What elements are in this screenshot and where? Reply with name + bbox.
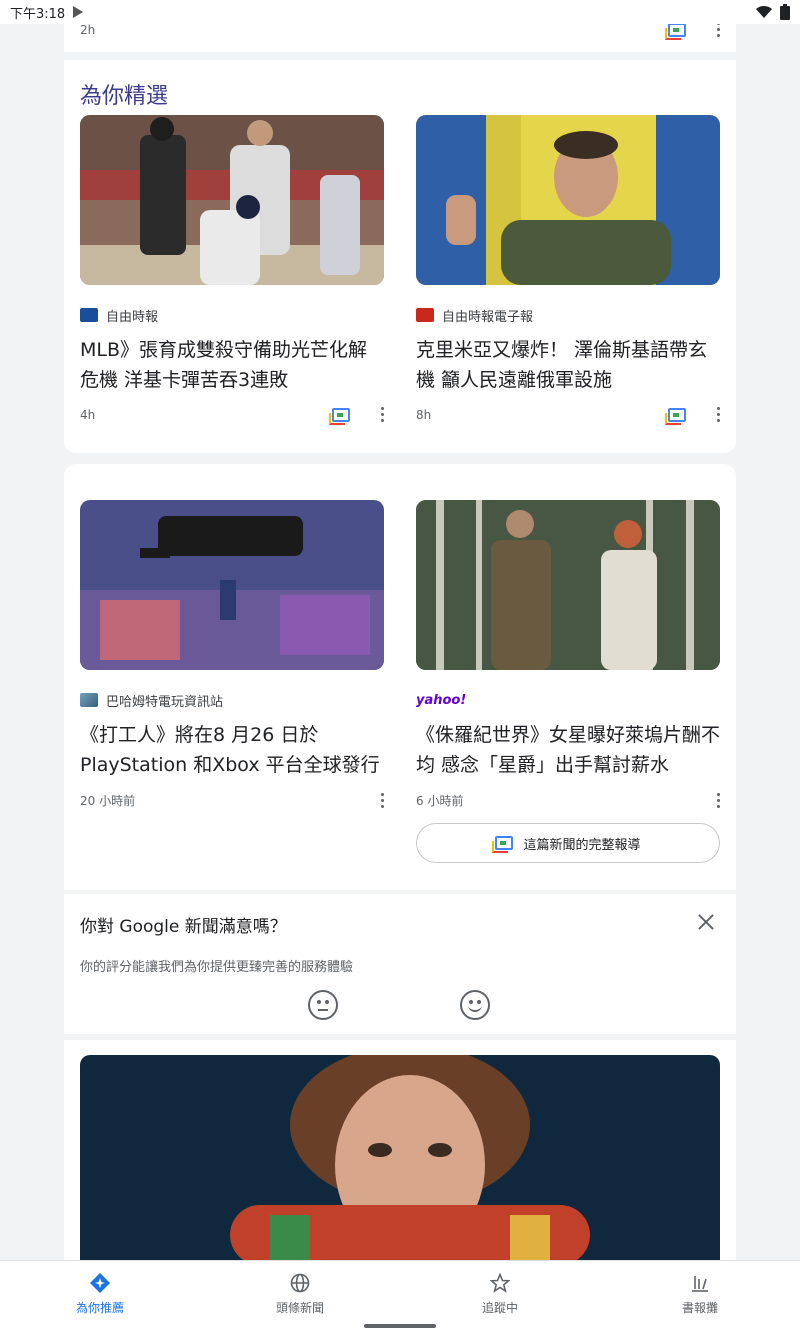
source-name: 自由時報 <box>106 309 159 325</box>
full-coverage-icon[interactable] <box>665 24 686 40</box>
featured-story-card[interactable] <box>64 1040 736 1260</box>
story-card[interactable]: 自由時報電子報 克里米亞又爆炸！ 澤倫斯基語帶玄機 籲人民遠離俄軍設施 8h <box>416 115 720 425</box>
nav-label: 頭條新聞 <box>275 1301 324 1315</box>
story-source: 自由時報 <box>80 307 384 325</box>
story-headline[interactable]: 《打工人》將在8 月26 日於PlayStation 和Xbox 平台全球發行 <box>80 720 384 780</box>
battery-icon <box>780 4 790 20</box>
status-bar: 下午3:18 <box>0 0 800 24</box>
ltn-logo <box>416 308 434 322</box>
nav-label: 為你推薦 <box>75 1301 124 1315</box>
neutral-face-icon[interactable] <box>308 990 338 1020</box>
star-icon <box>490 1273 510 1293</box>
full-coverage-label: 這篇新聞的完整報導 <box>523 837 641 853</box>
play-store-icon <box>73 6 84 18</box>
story-age: 2h <box>80 24 96 37</box>
news-feed[interactable]: 2h 為你精選 自由時報 MLB》張育成雙殺守備助光芒化解危機 洋基卡彈苦吞3連… <box>0 24 800 1260</box>
story-card[interactable]: 巴哈姆特電玩資訊站 《打工人》將在8 月26 日於PlayStation 和Xb… <box>80 500 384 809</box>
more-options-icon[interactable] <box>380 793 384 808</box>
story-age: 20 小時前 <box>80 794 136 808</box>
nav-headlines[interactable]: 頭條新聞 <box>200 1261 400 1333</box>
survey-title: 你對 Google 新聞滿意嗎？ <box>80 917 287 937</box>
smiley-face-icon[interactable] <box>460 990 490 1020</box>
full-coverage-icon <box>492 836 514 853</box>
for-you-section: 為你精選 自由時報 MLB》張育成雙殺守備助光芒化解危機 洋基卡彈苦吞3連敗 4… <box>64 60 736 453</box>
bottom-navigation: 為你推薦 頭條新聞 追蹤中 書報攤 <box>0 1260 800 1333</box>
previous-story-card[interactable]: 2h <box>64 24 736 52</box>
nav-for-you[interactable]: 為你推薦 <box>0 1261 200 1333</box>
nav-label: 追蹤中 <box>481 1301 518 1315</box>
ltn-logo <box>80 308 98 322</box>
satisfaction-survey: 你對 Google 新聞滿意嗎？ 你的評分能讓我們為你提供更臻完善的服務體驗 <box>64 894 736 1034</box>
globe-icon <box>290 1273 310 1293</box>
story-headline[interactable]: 克里米亞又爆炸！ 澤倫斯基語帶玄機 籲人民遠離俄軍設施 <box>416 335 720 395</box>
story-source: 自由時報電子報 <box>416 307 720 325</box>
nav-newsstand[interactable]: 書報攤 <box>600 1261 800 1333</box>
story-thumbnail[interactable] <box>416 500 720 670</box>
story-thumbnail[interactable] <box>80 500 384 670</box>
story-cluster: 巴哈姆特電玩資訊站 《打工人》將在8 月26 日於PlayStation 和Xb… <box>64 464 736 890</box>
story-headline[interactable]: 《侏羅紀世界》女星曝好萊塢片酬不均 感念「星爵」出手幫討薪水 <box>416 720 720 780</box>
story-source: 巴哈姆特電玩資訊站 <box>80 692 384 710</box>
gesture-bar[interactable] <box>364 1324 436 1328</box>
full-coverage-button[interactable]: 這篇新聞的完整報導 <box>416 823 720 863</box>
story-card[interactable]: 自由時報 MLB》張育成雙殺守備助光芒化解危機 洋基卡彈苦吞3連敗 4h <box>80 115 384 425</box>
story-headline[interactable]: MLB》張育成雙殺守備助光芒化解危機 洋基卡彈苦吞3連敗 <box>80 335 384 395</box>
story-age: 4h <box>80 407 96 422</box>
story-thumbnail[interactable] <box>416 115 720 285</box>
source-name: 巴哈姆特電玩資訊站 <box>106 694 224 710</box>
more-options-icon[interactable] <box>716 24 720 37</box>
newsstand-icon <box>692 1276 708 1292</box>
close-icon[interactable] <box>696 912 716 932</box>
nav-following[interactable]: 追蹤中 <box>400 1261 600 1333</box>
story-thumbnail[interactable] <box>80 1055 720 1260</box>
story-age: 8h <box>416 407 432 422</box>
survey-subtitle: 你的評分能讓我們為你提供更臻完善的服務體驗 <box>80 960 354 975</box>
story-card[interactable]: yahoo! 《侏羅紀世界》女星曝好萊塢片酬不均 感念「星爵」出手幫討薪水 6 … <box>416 500 720 809</box>
for-you-icon <box>90 1273 110 1293</box>
source-name: 自由時報電子報 <box>442 309 534 325</box>
more-options-icon[interactable] <box>380 407 384 422</box>
story-source: yahoo! <box>416 692 720 708</box>
story-age: 6 小時前 <box>416 794 464 808</box>
wifi-icon <box>756 5 772 19</box>
full-coverage-icon[interactable] <box>329 407 350 425</box>
story-thumbnail[interactable] <box>80 115 384 285</box>
nav-label: 書報攤 <box>681 1301 718 1315</box>
status-icons <box>756 4 790 20</box>
more-options-icon[interactable] <box>716 793 720 808</box>
bahamut-logo <box>80 693 98 707</box>
section-title: 為你精選 <box>80 84 169 109</box>
more-options-icon[interactable] <box>716 407 720 422</box>
status-time: 下午3:18 <box>10 6 66 22</box>
yahoo-logo: yahoo! <box>416 693 467 708</box>
full-coverage-icon[interactable] <box>665 407 686 425</box>
